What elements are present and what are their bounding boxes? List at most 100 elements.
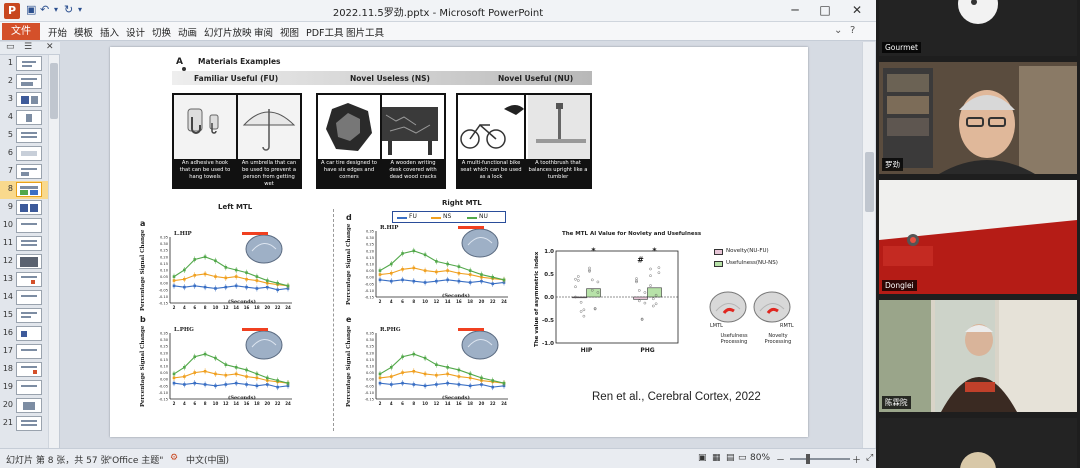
nu-data-point xyxy=(468,372,472,376)
video-tile-next[interactable] xyxy=(879,418,1077,468)
x-tick-label: 22 xyxy=(490,401,496,406)
nu-data-point xyxy=(435,363,438,366)
line-chart-plot: 0.35 0.30 0.25 0.20 0.15 0.10 0.05 0.00 -0.05 -0.… xyxy=(365,328,508,406)
ai-chart-title: The MTL AI Value for Novlety and Usefuln… xyxy=(562,231,702,237)
fu-data-point xyxy=(245,383,248,386)
nu-data-point xyxy=(214,356,217,360)
slideshow-icon[interactable]: ▭ xyxy=(738,453,747,463)
x-tick-label: 14 xyxy=(233,305,239,310)
thumbnail-preview xyxy=(16,308,42,323)
ns-data-point xyxy=(446,269,449,272)
tab-view[interactable]: 视图 xyxy=(280,25,299,39)
slide-scrollbar[interactable] xyxy=(862,42,875,448)
tab-templates[interactable]: 模板 xyxy=(74,25,93,39)
participant-name: Gourmet xyxy=(882,42,921,53)
y-tick-label: -0.15 xyxy=(159,398,168,402)
ns-data-point xyxy=(412,266,416,270)
title-bar: P ▣ ↶ ▾ ↻ ▾ 2022.11.5罗劲.pptx - Microsoft… xyxy=(0,0,876,22)
ns-data-point xyxy=(457,271,461,275)
ai-subject-dot xyxy=(657,271,661,275)
x-tick-label: 14 xyxy=(233,401,239,406)
video-tile-participant[interactable]: 陈霖院 xyxy=(879,300,1077,412)
video-tile-donglei[interactable]: Donglei xyxy=(879,180,1077,294)
video-tile-gourmet[interactable]: Gourmet xyxy=(879,0,1077,56)
thumbnails-scrollbar[interactable] xyxy=(48,55,59,448)
minimize-button[interactable]: ─ xyxy=(780,1,810,19)
slide-counter: 幻灯片 第 8 张，共 57 张 xyxy=(6,456,110,466)
legend-novelty-swatch xyxy=(714,249,723,255)
fu-data-point xyxy=(265,285,269,289)
thumbnail-preview xyxy=(16,110,42,125)
fit-slide-icon[interactable]: ⤢ xyxy=(866,453,873,463)
fu-series-line xyxy=(173,382,289,388)
scrollbar-thumb[interactable] xyxy=(50,63,58,119)
ns-data-point xyxy=(193,273,197,277)
fu-data-point xyxy=(468,281,472,284)
normal-view-icon[interactable]: ▣ xyxy=(698,453,707,463)
theme-name[interactable]: "Office 主题" xyxy=(108,453,163,466)
tab-review[interactable]: 审阅 xyxy=(254,25,273,39)
y-tick-label: 0.30 xyxy=(366,338,375,342)
x-tick-label: 4 xyxy=(390,401,393,406)
ns-data-point xyxy=(423,372,427,376)
y-tick-label: -0.10 xyxy=(365,289,375,293)
nu-data-point xyxy=(435,260,438,263)
y-tick-label: -0.05 xyxy=(365,384,374,388)
nu-data-point xyxy=(245,368,248,372)
video-tile-luojin[interactable]: 罗劲 xyxy=(879,62,1077,174)
ns-data-point xyxy=(401,267,404,271)
thumbnail-preview xyxy=(16,290,42,305)
fu-data-point xyxy=(491,385,495,389)
language-indicator[interactable]: 中文(中国) xyxy=(186,453,229,466)
x-tick-label: 12 xyxy=(223,305,229,310)
y-tick-label: 0.00 xyxy=(366,378,375,382)
zoom-in-button[interactable]: ＋ xyxy=(852,453,861,466)
x-tick-label: 8 xyxy=(204,401,207,406)
participant-name: 罗劲 xyxy=(882,158,903,171)
x-tick-label: 24 xyxy=(501,299,507,304)
scrollbar-thumb[interactable] xyxy=(865,152,874,212)
outline-view-icon[interactable]: ☰ xyxy=(24,42,32,52)
participant-video xyxy=(879,62,1077,174)
fu-data-point xyxy=(245,285,248,289)
tab-design[interactable]: 设计 xyxy=(126,25,145,39)
ai-subject-dot xyxy=(574,277,577,281)
tab-home[interactable]: 开始 xyxy=(48,25,67,39)
ns-series-line xyxy=(173,370,289,384)
thumbnail-preview xyxy=(16,218,42,233)
expand-ribbon-icon[interactable]: ⌄ xyxy=(834,25,842,36)
zoom-level[interactable]: 80% xyxy=(750,453,770,463)
tab-insert[interactable]: 插入 xyxy=(100,25,119,39)
ai-x-tick-label: HIP xyxy=(581,347,593,354)
reading-view-icon[interactable]: ▤ xyxy=(726,453,735,463)
fu-data-point xyxy=(446,381,449,385)
close-pane-icon[interactable]: ✕ xyxy=(46,42,54,52)
maximize-button[interactable]: □ xyxy=(810,1,840,19)
ai-subject-dot xyxy=(582,308,586,312)
tab-pdf-tools[interactable]: PDF工具 xyxy=(306,25,344,39)
slide-sorter-icon[interactable]: ▦ xyxy=(712,453,721,463)
zoom-slider[interactable] xyxy=(790,458,850,460)
tab-picture-tools[interactable]: 图片工具 xyxy=(346,25,384,39)
y-tick-label: 0.10 xyxy=(366,365,375,369)
fu-data-point xyxy=(423,384,427,388)
x-tick-label: 14 xyxy=(445,299,451,304)
close-button[interactable]: ✕ xyxy=(842,1,872,19)
x-tick-label: 4 xyxy=(390,299,393,304)
proofing-icon[interactable]: ⚙ xyxy=(170,453,178,463)
thumbnail-preview xyxy=(16,416,42,431)
zoom-slider-thumb[interactable] xyxy=(806,454,810,464)
zoom-out-button[interactable]: － xyxy=(776,453,785,466)
fu-data-point xyxy=(203,383,207,386)
x-tick-label: 24 xyxy=(501,401,507,406)
slide[interactable]: A Materials Examples Familiar Useful (FU… xyxy=(110,47,808,437)
file-tab[interactable]: 文件 xyxy=(2,23,40,40)
tab-slideshow[interactable]: 幻灯片放映 xyxy=(204,25,252,39)
slides-view-icon[interactable]: ▭ xyxy=(6,42,15,52)
y-tick-label: 0.20 xyxy=(366,249,375,253)
tab-transitions[interactable]: 切换 xyxy=(152,25,171,39)
tab-animations[interactable]: 动画 xyxy=(178,25,197,39)
nu-data-point xyxy=(234,268,238,272)
help-icon[interactable]: ? xyxy=(850,25,855,36)
ns-data-point xyxy=(245,277,248,281)
